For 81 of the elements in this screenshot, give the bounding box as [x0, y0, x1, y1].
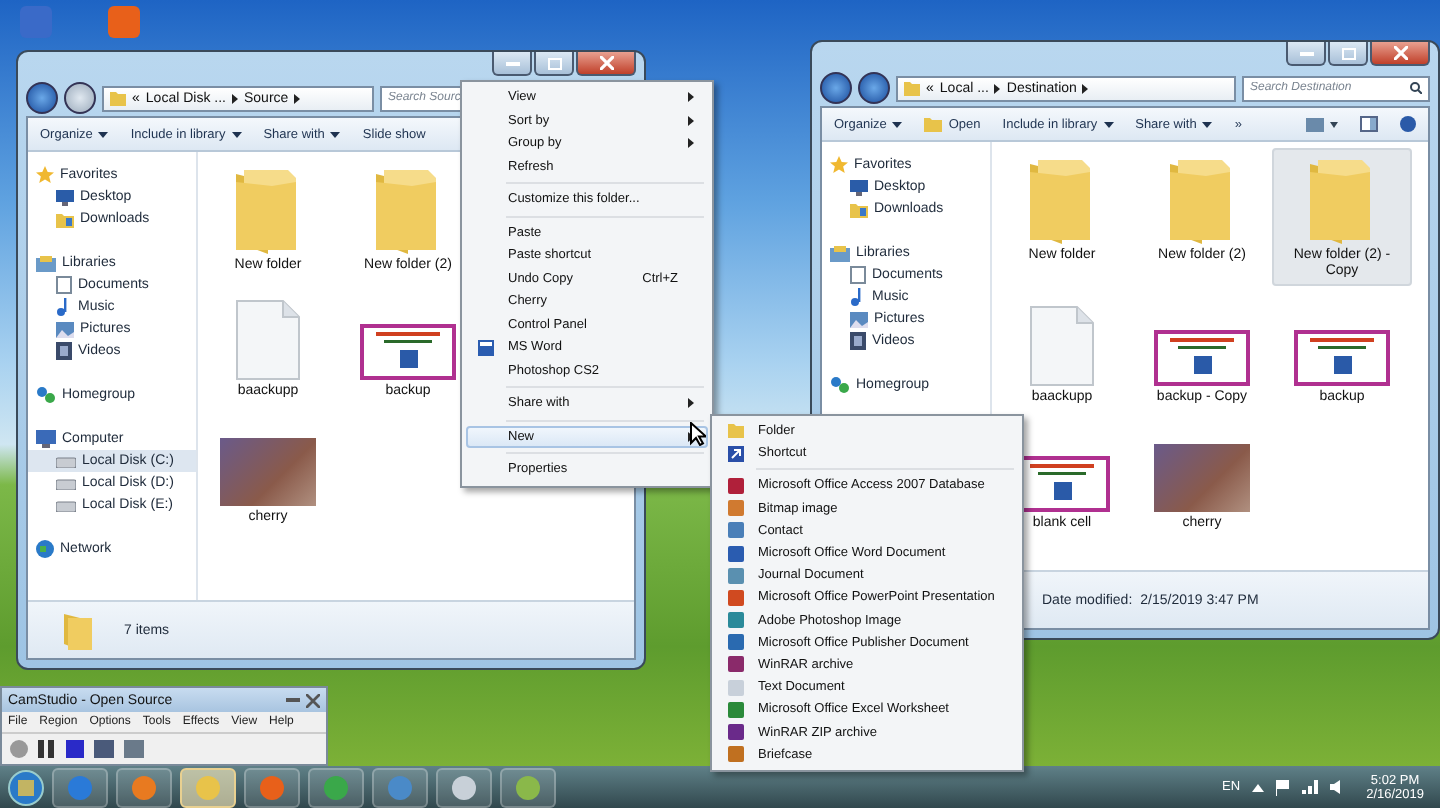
music-note-icon: [56, 298, 72, 316]
round-browser-icon: [324, 775, 348, 799]
forward-button[interactable]: [64, 82, 96, 114]
minimize-button[interactable]: [492, 52, 532, 76]
maximize-icon: [1341, 47, 1355, 59]
slide-thumbnail: [360, 324, 456, 380]
chevron-icon: [1082, 83, 1089, 93]
folder-icon: [196, 775, 220, 799]
caret-icon: [1202, 121, 1213, 127]
maximize-icon: [547, 57, 561, 69]
close-icon: [1393, 46, 1407, 60]
taskbar-button[interactable]: [180, 767, 236, 807]
chevron-icon: [231, 93, 238, 103]
back-button[interactable]: [26, 82, 58, 114]
people-icon: [36, 386, 56, 404]
chevron-icon: [688, 115, 694, 126]
computer-icon: [36, 430, 56, 448]
close-icon[interactable]: [306, 693, 320, 707]
folder-icon: [904, 81, 920, 95]
preview-pane-icon[interactable]: [1360, 116, 1378, 132]
caret-icon: [98, 131, 109, 137]
globe-icon: [36, 540, 54, 558]
fox-browser-icon: [260, 775, 284, 799]
close-icon: [599, 56, 613, 70]
maximize-button[interactable]: [534, 52, 574, 76]
folder-icon: [64, 610, 96, 650]
chevron-icon: [688, 138, 694, 149]
slide-thumbnail: [1154, 330, 1250, 386]
video-icon: [452, 775, 476, 799]
play-icon: [132, 775, 156, 799]
monitor-icon: [56, 189, 74, 205]
blank-document-icon: [236, 300, 300, 380]
star-icon: [36, 166, 54, 184]
library-icon: [830, 245, 850, 261]
search-icon: [1410, 82, 1422, 94]
photo-placeholder: [220, 438, 316, 506]
forward-button[interactable]: [858, 72, 890, 104]
minimize-icon: [1299, 51, 1313, 55]
picture-icon: [56, 321, 74, 337]
flag-icon[interactable]: [1276, 779, 1291, 795]
film-icon: [850, 332, 866, 350]
picture-icon: [850, 311, 868, 327]
mouse-pointer-icon: [690, 422, 706, 446]
paint-icon: [516, 775, 540, 799]
view-options-icon[interactable]: [1306, 117, 1338, 131]
chevron-icon: [294, 93, 301, 103]
star-icon: [830, 156, 848, 174]
library-icon: [36, 255, 56, 271]
chevron-icon: [688, 92, 694, 103]
start-button[interactable]: [8, 769, 44, 805]
people-icon: [830, 376, 850, 394]
photo-viewer-icon: [388, 775, 412, 799]
film-icon: [56, 342, 72, 360]
folder-icon: [924, 117, 943, 131]
document-icon: [56, 276, 72, 294]
chevron-icon: [688, 398, 694, 409]
signal-icon[interactable]: [1302, 780, 1319, 794]
up-arrow-icon[interactable]: [1252, 783, 1265, 791]
caret-icon: [330, 131, 341, 137]
close-button[interactable]: [1370, 42, 1430, 66]
pause-icon[interactable]: [38, 740, 56, 758]
music-note-icon: [850, 288, 866, 306]
monitor-icon: [850, 179, 868, 195]
blank-document-icon: [1030, 306, 1094, 386]
folder-icon: [850, 201, 868, 217]
help-icon[interactable]: [1400, 116, 1416, 132]
back-button[interactable]: [820, 72, 852, 104]
folder-icon: [110, 91, 126, 105]
chevron-icon: [994, 83, 1001, 93]
maximize-button[interactable]: [1328, 42, 1368, 66]
photo-placeholder: [1154, 444, 1250, 512]
folder-icon: [56, 211, 74, 227]
caret-icon: [231, 131, 242, 137]
caret-icon: [1103, 121, 1114, 127]
caret-icon: [892, 121, 903, 127]
close-button[interactable]: [576, 52, 636, 76]
minimize-button[interactable]: [1286, 42, 1326, 66]
document-icon: [850, 266, 866, 284]
minimize-icon: [505, 61, 519, 65]
browser-icon: [68, 775, 92, 799]
slide-thumbnail: [1294, 330, 1390, 386]
